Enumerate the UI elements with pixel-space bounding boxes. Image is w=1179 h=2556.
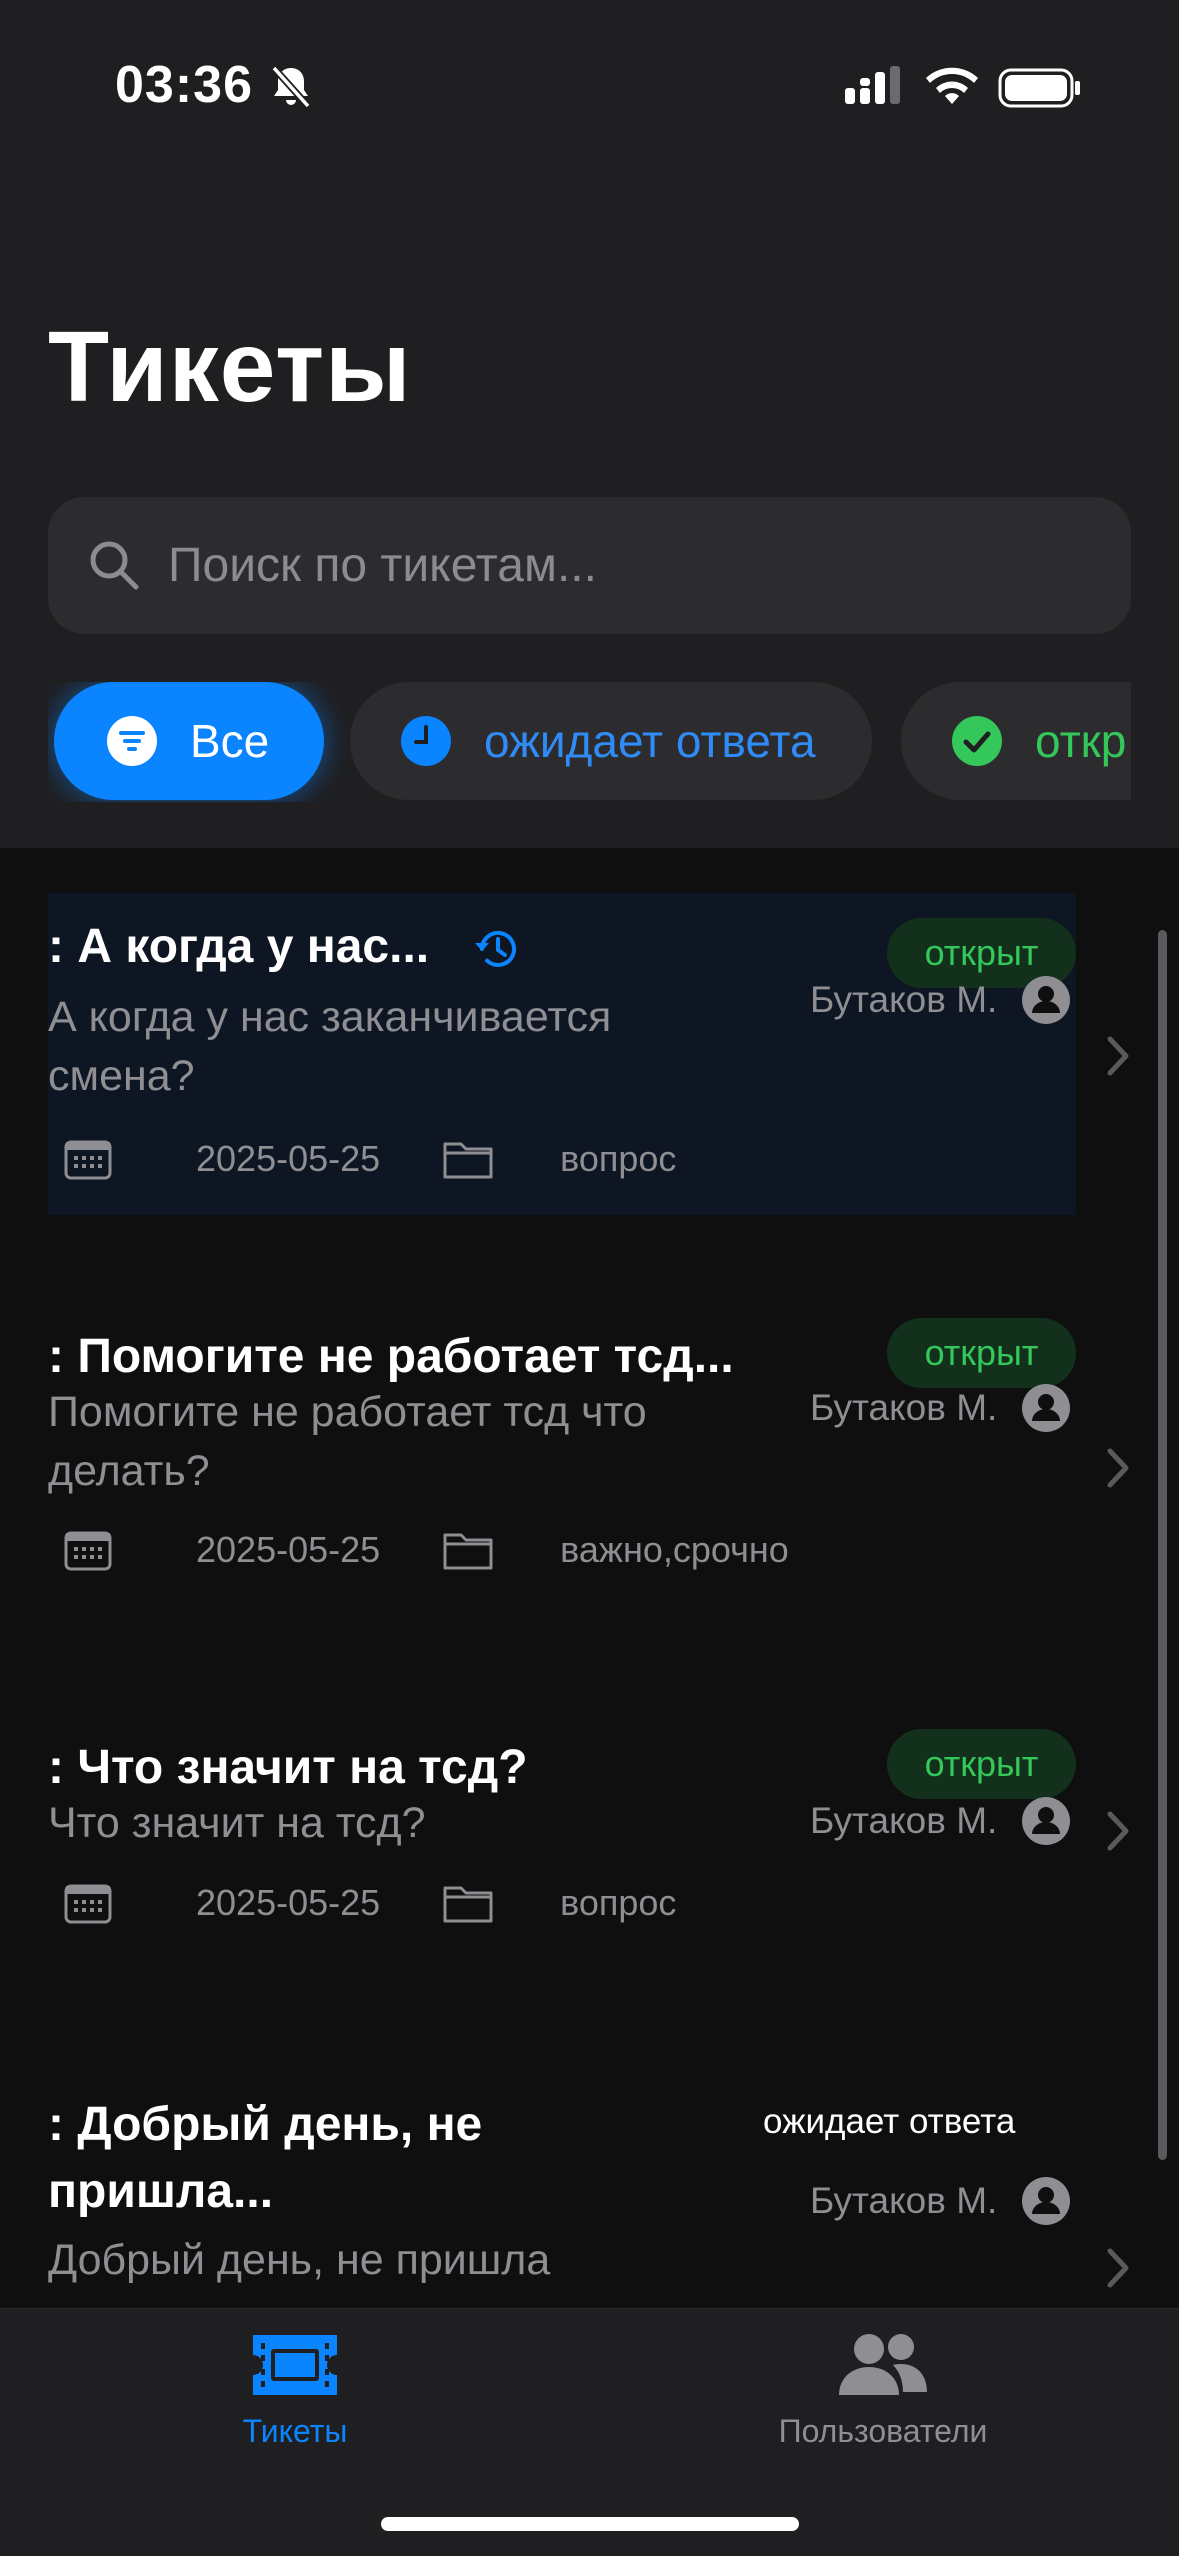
header: 03:36 Тикеты Поиск по тикетам... Все ожи… [0, 0, 1179, 848]
calendar-icon [64, 1531, 112, 1571]
status-badge: ожидает ответа [763, 2102, 1016, 2141]
clock-icon [401, 716, 451, 766]
filter-chips: Все ожидает ответа откр [48, 682, 1131, 802]
ticket-row[interactable]: : Помогите не работает тсд... Помогите н… [48, 1318, 1078, 1571]
chevron-right-icon [1107, 1036, 1129, 1076]
ticket-title: : Что значит на тсд? [48, 1741, 528, 1794]
home-indicator [381, 2517, 799, 2531]
folder-icon [443, 1533, 493, 1570]
ticket-description: Что значит на тсд? [48, 1799, 426, 1847]
ticket-category: вопрос [560, 1138, 677, 1179]
ticket-title: : А когда у нас... [48, 920, 430, 973]
ticket-author: Бутаков М. [810, 2176, 1071, 2226]
battery-icon [998, 68, 1080, 108]
filter-chip-label: откр [1035, 715, 1127, 767]
history-icon [475, 931, 516, 967]
ticket-author: Бутаков М. [810, 1796, 1071, 1846]
search-input[interactable] [168, 497, 1088, 634]
page-title: Тикеты [48, 311, 412, 423]
chevron-right-icon [1107, 1811, 1129, 1851]
search-icon [90, 541, 139, 590]
folder-icon [443, 1142, 493, 1179]
ticket-category: важно,срочно [560, 1529, 789, 1570]
ticket-row[interactable]: : Что значит на тсд? Что значит на тсд? … [48, 1729, 1078, 1924]
filter-chip-awaiting-reply[interactable]: ожидает ответа [350, 682, 872, 800]
tab-users[interactable]: Пользователи [683, 2329, 1083, 2450]
ticket-category: вопрос [560, 1882, 677, 1923]
ticket-meta: 2025-05-25 вопрос [48, 1882, 676, 1924]
chevron-right-icon [1107, 2248, 1129, 2288]
bell-slash-icon [271, 65, 311, 109]
cellular-signal-icon [845, 66, 900, 104]
scrollbar[interactable] [1158, 930, 1167, 2160]
ticket-author: Бутаков М. [810, 1383, 1071, 1433]
chevron-right-icon [1107, 1448, 1129, 1488]
tab-label: Тикеты [242, 2413, 348, 2449]
ticket-meta: 2025-05-25 важно,срочно [48, 1529, 789, 1571]
ticket-row[interactable]: : Добрый день, не пришла... Добрый день,… [48, 2091, 1078, 2308]
tab-bar: Тикеты Пользователи [0, 2308, 1179, 2556]
ticket-description: Добрый день, не пришла [48, 2236, 551, 2284]
tab-label: Пользователи [778, 2413, 988, 2449]
ticket-description: А когда у нас заканчивается смена? [48, 993, 612, 1100]
ticket-title: : Добрый день, не пришла... [48, 2098, 483, 2219]
ticket-date: 2025-05-25 [196, 1882, 381, 1923]
filter-icon [107, 716, 157, 766]
filter-chip-open[interactable]: откр [901, 682, 1131, 800]
ticket-description: Помогите не работает тсд что делать? [48, 1388, 647, 1495]
folder-icon [443, 1886, 493, 1923]
status-badge: открыт [887, 1729, 1076, 1799]
status-time: 03:36 [115, 56, 253, 114]
ticket-list: : А когда у нас... А когда у нас заканчи… [0, 848, 1179, 2308]
users-icon [839, 2334, 927, 2395]
tab-tickets[interactable]: Тикеты [95, 2329, 495, 2450]
wifi-icon [926, 67, 978, 104]
status-bar: 03:36 [0, 0, 1179, 170]
ticket-date: 2025-05-25 [196, 1138, 381, 1179]
ticket-icon [253, 2335, 337, 2395]
person-icon [1022, 1797, 1071, 1845]
filter-chip-label: ожидает ответа [484, 715, 816, 767]
person-icon [1022, 976, 1071, 1024]
ticket-title: : Помогите не работает тсд... [48, 1330, 734, 1383]
person-icon [1022, 2177, 1071, 2225]
status-badge: открыт [887, 1318, 1076, 1388]
filter-chip-all[interactable]: Все [54, 682, 324, 800]
checkmark-circle-icon [952, 716, 1002, 766]
calendar-icon [64, 1140, 112, 1180]
ticket-date: 2025-05-25 [196, 1529, 381, 1570]
ticket-meta: 2025-05-25 вопрос [48, 1138, 676, 1180]
filter-chip-label: Все [190, 715, 270, 767]
ticket-author: Бутаков М. [810, 975, 1071, 1025]
person-icon [1022, 1384, 1071, 1432]
calendar-icon [64, 1884, 112, 1924]
search-bar[interactable] [48, 497, 1131, 634]
ticket-row[interactable]: : А когда у нас... А когда у нас заканчи… [48, 893, 1078, 1215]
